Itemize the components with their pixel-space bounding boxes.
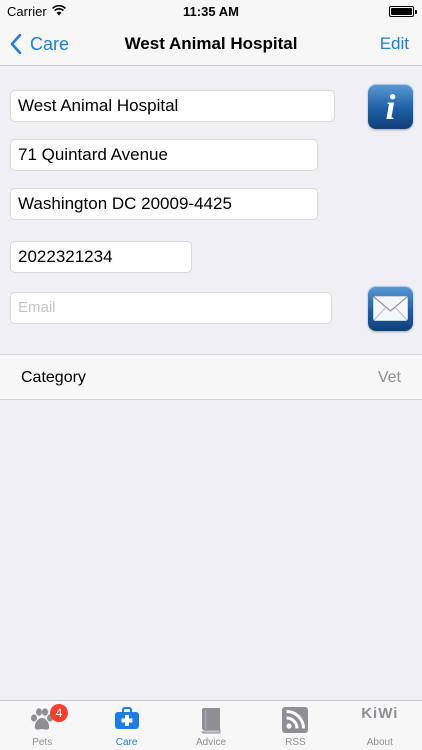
street-field[interactable]: 71 Quintard Avenue xyxy=(10,139,318,171)
navigation-bar: Care West Animal Hospital Edit xyxy=(0,22,422,66)
name-field[interactable]: West Animal Hospital xyxy=(10,90,335,122)
tab-bar: 4 Pets Care Advice RSS KiWi About xyxy=(0,700,422,750)
tab-about[interactable]: KiWi About xyxy=(338,701,422,750)
kiwi-logo: KiWi xyxy=(361,705,399,722)
page-title: West Animal Hospital xyxy=(124,34,298,53)
tab-rss[interactable]: RSS xyxy=(253,701,337,750)
tab-pets[interactable]: 4 Pets xyxy=(0,701,84,750)
tab-advice[interactable]: Advice xyxy=(169,701,253,750)
status-bar: Carrier 11:35 AM xyxy=(0,0,422,22)
info-button[interactable]: i xyxy=(368,84,413,129)
phone-field[interactable]: 2022321234 xyxy=(10,241,192,273)
city-field[interactable]: Washington DC 20009-4425 xyxy=(10,188,318,220)
status-time: 11:35 AM xyxy=(183,4,239,19)
mail-icon xyxy=(373,296,408,321)
book-icon xyxy=(201,708,221,734)
tab-care[interactable]: Care xyxy=(84,701,168,750)
medical-kit-icon xyxy=(114,707,139,729)
rss-icon xyxy=(282,707,309,733)
tab-label-care: Care xyxy=(115,737,138,748)
tab-label-about: About xyxy=(366,737,393,748)
tab-label-advice: Advice xyxy=(196,737,227,748)
edit-button[interactable]: Edit xyxy=(380,34,409,54)
email-field[interactable]: Email xyxy=(10,292,332,324)
mail-button[interactable] xyxy=(368,286,413,331)
info-icon: i xyxy=(385,87,396,127)
tab-label-rss: RSS xyxy=(285,737,306,748)
category-label: Category xyxy=(21,369,86,386)
battery-icon xyxy=(389,6,417,17)
category-row[interactable]: Category Vet xyxy=(0,354,422,400)
category-value: Vet xyxy=(377,369,401,386)
pets-badge: 4 xyxy=(50,704,68,722)
tab-label-pets: Pets xyxy=(32,737,53,748)
